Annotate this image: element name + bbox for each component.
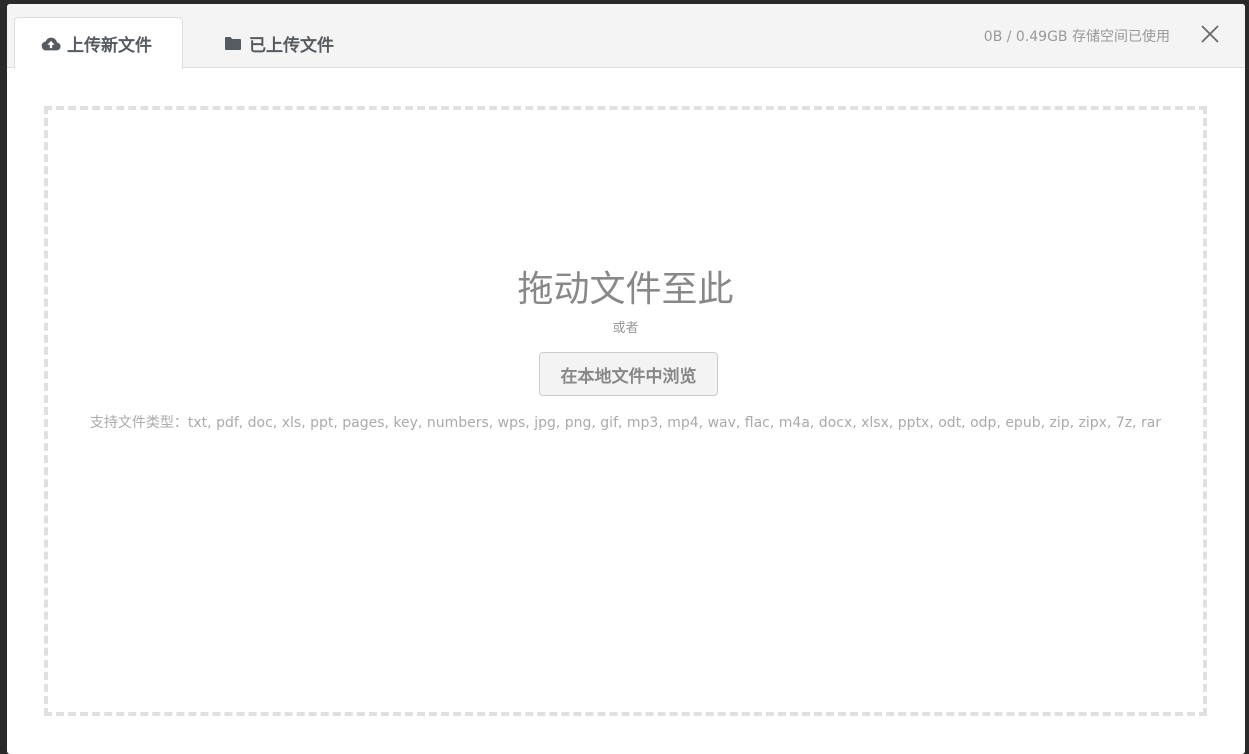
tab-upload-new-label: 上传新文件 bbox=[67, 36, 152, 56]
dropzone-or-text: 或者 bbox=[612, 321, 639, 336]
supported-types-list: txt, pdf, doc, xls, ppt, pages, key, num… bbox=[187, 415, 1162, 431]
tab-uploaded-files-label: 已上传文件 bbox=[249, 35, 334, 56]
cloud-upload-icon bbox=[41, 36, 61, 52]
dropzone-title: 拖动文件至此 bbox=[517, 269, 734, 310]
close-icon[interactable] bbox=[1199, 23, 1221, 45]
supported-types-label: 支持文件类型： bbox=[89, 415, 188, 431]
modal-header: 上传新文件 已上传文件 0B / 0.49GB 存储空间已使用 bbox=[7, 4, 1245, 69]
browse-local-files-button[interactable]: 在本地文件中浏览 bbox=[539, 352, 718, 396]
upload-modal: 上传新文件 已上传文件 0B / 0.49GB 存储空间已使用 拖动文件至此 或… bbox=[7, 4, 1245, 754]
tab-upload-new[interactable]: 上传新文件 bbox=[14, 17, 183, 69]
storage-usage: 0B / 0.49GB 存储空间已使用 bbox=[983, 29, 1170, 45]
folder-icon bbox=[223, 35, 243, 51]
supported-file-types: 支持文件类型：txt, pdf, doc, xls, ppt, pages, k… bbox=[48, 412, 1203, 432]
tab-uploaded-files[interactable]: 已上传文件 bbox=[223, 17, 334, 69]
file-dropzone[interactable]: 拖动文件至此 或者 在本地文件中浏览 支持文件类型：txt, pdf, doc,… bbox=[44, 106, 1207, 716]
